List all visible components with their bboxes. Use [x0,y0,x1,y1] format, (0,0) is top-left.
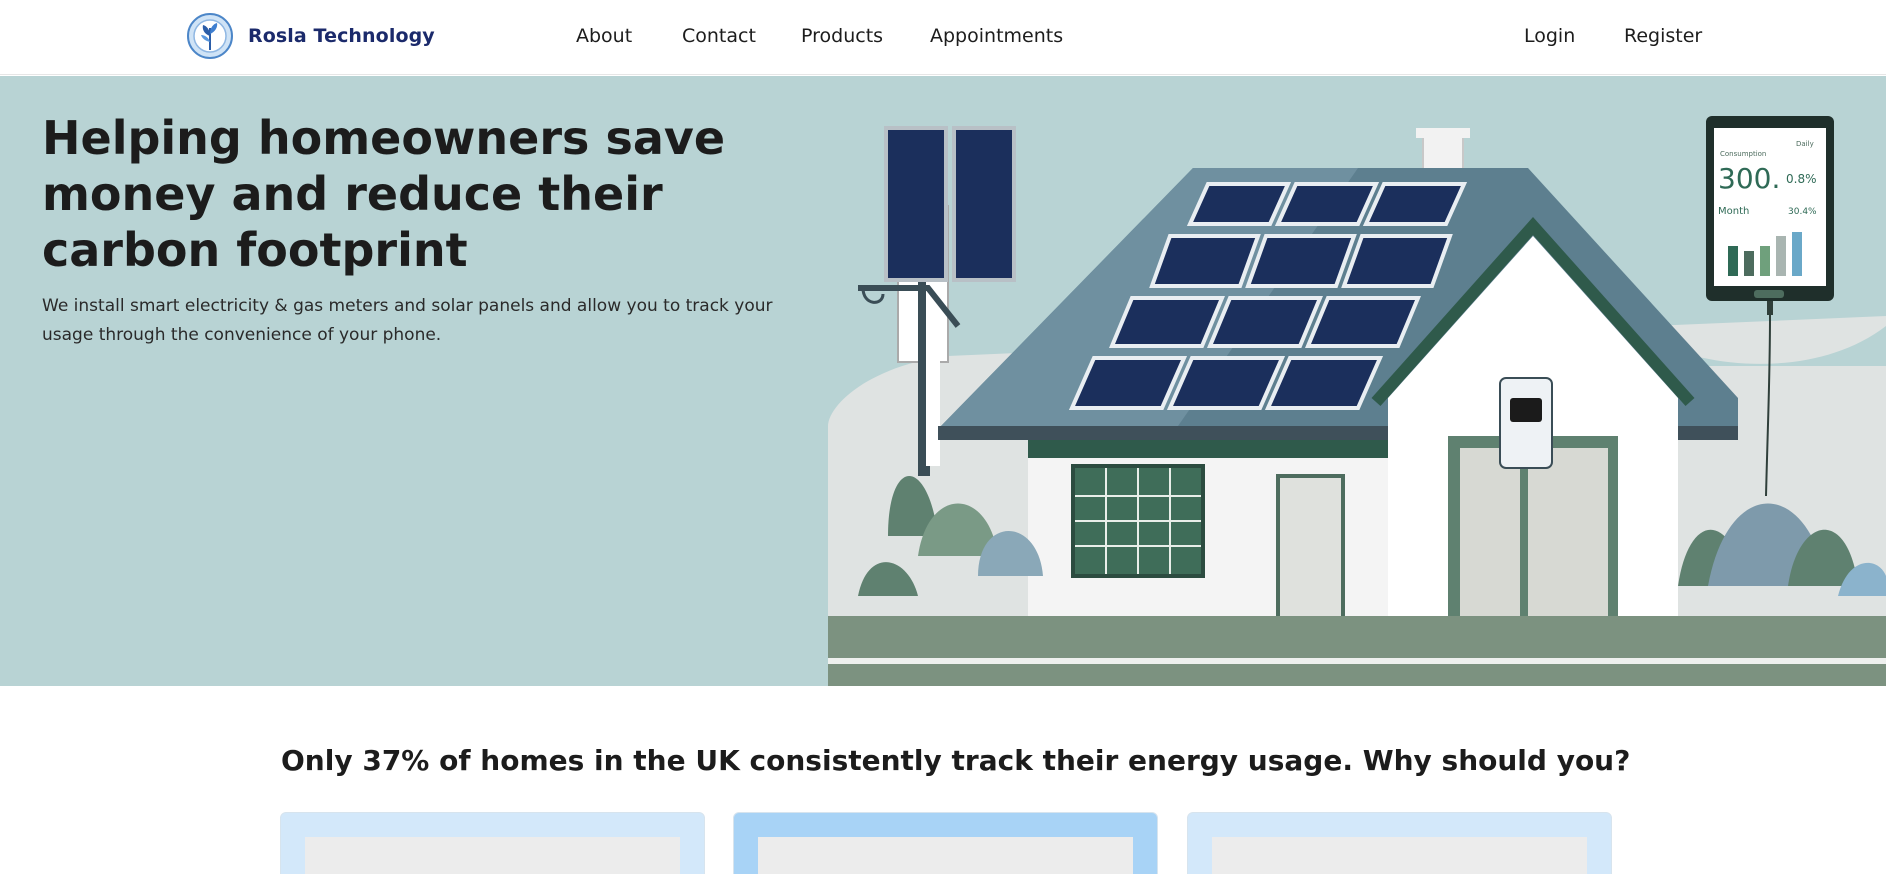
login-link[interactable]: Login [1524,24,1575,48]
phone-big-value: 300. [1718,162,1780,195]
smart-meter [1499,377,1553,469]
phone-percent-2: 30.4% [1788,207,1817,217]
brand-name: Rosla Technology [248,25,435,47]
phone-month-label: Month [1718,206,1749,217]
stats-heading: Only 37% of homes in the UK consistently… [281,744,1631,777]
tree-leaf-logo-icon [187,13,233,59]
hero-title: Helping homeowners save money and reduce… [42,111,726,277]
nav-link-appointments[interactable]: Appointments [930,24,1063,48]
nav-link-about[interactable]: About [576,24,632,48]
card-image-placeholder [758,837,1133,874]
card-image-placeholder [1212,837,1587,874]
phone-tag: Daily [1796,140,1814,148]
feature-card[interactable] [1187,812,1612,874]
top-navbar: Rosla Technology About Contact Products … [0,0,1886,75]
phone-top-label: Consumption [1720,150,1766,158]
nav-link-contact[interactable]: Contact [682,24,756,48]
feature-card[interactable] [280,812,705,874]
nav-link-products[interactable]: Products [801,24,883,48]
register-link[interactable]: Register [1624,24,1702,48]
feature-card[interactable] [733,812,1158,874]
smart-home-solar-illustration: Consumption Daily 300. 0.8% Month 30.4% [828,116,1886,686]
brand-home-link[interactable]: Rosla Technology [186,10,435,62]
hero-description: We install smart electricity & gas meter… [42,296,773,345]
card-image-placeholder [305,837,680,874]
phone-percent-1: 0.8% [1786,172,1817,186]
